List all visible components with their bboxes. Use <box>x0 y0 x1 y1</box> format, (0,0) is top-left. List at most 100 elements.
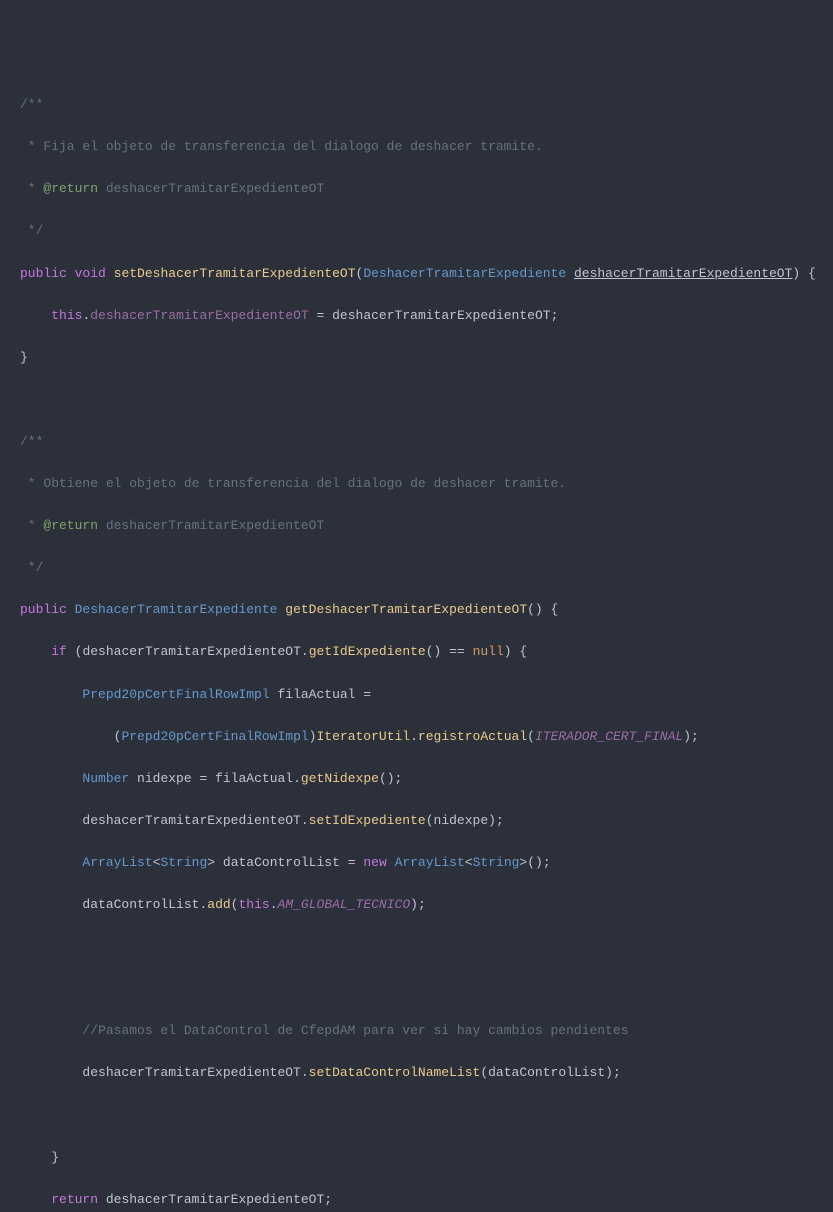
semicolon: ; <box>496 813 504 828</box>
arg-ref: dataControlList <box>488 1065 605 1080</box>
dot: . <box>293 771 301 786</box>
keyword-return: return <box>51 1192 98 1207</box>
paren-open: ( <box>231 897 239 912</box>
code-line[interactable]: /** <box>20 94 833 115</box>
var-ref: deshacerTramitarExpedienteOT <box>82 644 300 659</box>
code-line[interactable]: ArrayList<String> dataControlList = new … <box>20 852 833 873</box>
code-line[interactable]: * @return deshacerTramitarExpedienteOT <box>20 515 833 536</box>
field-ref: deshacerTramitarExpedienteOT <box>90 308 308 323</box>
angle-open: < <box>465 855 473 870</box>
dot: . <box>199 897 207 912</box>
dot: . <box>301 644 309 659</box>
javadoc-tag: @return <box>43 518 98 533</box>
parens: () <box>379 771 395 786</box>
comment-text: * Fija el objeto de transferencia del di… <box>20 139 543 154</box>
null-literal: null <box>473 644 504 659</box>
code-line[interactable]: * Fija el objeto de transferencia del di… <box>20 136 833 157</box>
comment-text: deshacerTramitarExpedienteOT <box>98 181 324 196</box>
var-ref: deshacerTramitarExpedienteOT <box>332 308 550 323</box>
comment-close: */ <box>20 560 43 575</box>
var-ref: filaActual <box>215 771 293 786</box>
arg-ref: nidexpe <box>434 813 489 828</box>
comment-open: /** <box>20 97 43 112</box>
assign-op: = <box>199 771 207 786</box>
javadoc-tag: @return <box>43 181 98 196</box>
return-type: DeshacerTramitarExpediente <box>75 602 278 617</box>
code-line[interactable]: */ <box>20 557 833 578</box>
var-type: Prepd20pCertFinalRowImpl <box>82 687 269 702</box>
paren-close: ) <box>309 729 317 744</box>
code-line[interactable]: deshacerTramitarExpedienteOT.setDataCont… <box>20 1062 833 1083</box>
paren-open: ( <box>426 813 434 828</box>
semicolon: ; <box>551 308 559 323</box>
code-line[interactable] <box>20 978 833 999</box>
code-line[interactable]: */ <box>20 220 833 241</box>
assign-op: = <box>317 308 325 323</box>
paren-close: ) <box>488 813 496 828</box>
parens: () <box>426 644 442 659</box>
var-type: Number <box>82 771 129 786</box>
keyword-this: this <box>238 897 269 912</box>
code-line[interactable]: /** <box>20 431 833 452</box>
brace-close: } <box>20 350 28 365</box>
paren-open: ( <box>75 644 83 659</box>
method-call: setDataControlNameList <box>309 1065 481 1080</box>
code-line[interactable]: if (deshacerTramitarExpedienteOT.getIdEx… <box>20 641 833 662</box>
code-line[interactable]: * @return deshacerTramitarExpedienteOT <box>20 178 833 199</box>
code-line[interactable]: public DeshacerTramitarExpediente getDes… <box>20 599 833 620</box>
semicolon: ; <box>543 855 551 870</box>
code-line[interactable]: Prepd20pCertFinalRowImpl filaActual = <box>20 684 833 705</box>
code-line[interactable]: * Obtiene el objeto de transferencia del… <box>20 473 833 494</box>
return-expr: deshacerTramitarExpedienteOT <box>106 1192 324 1207</box>
semicolon: ; <box>395 771 403 786</box>
code-line[interactable]: public void setDeshacerTramitarExpedient… <box>20 263 833 284</box>
method-call: getNidexpe <box>301 771 379 786</box>
class-ref: IteratorUtil <box>316 729 410 744</box>
keyword-public: public <box>20 266 67 281</box>
code-line[interactable] <box>20 389 833 410</box>
paren-close: ) <box>504 644 512 659</box>
parens: () <box>527 602 543 617</box>
angle-open: < <box>153 855 161 870</box>
code-line[interactable] <box>20 936 833 957</box>
parens: () <box>527 855 543 870</box>
ctor-type: ArrayList <box>395 855 465 870</box>
code-line[interactable]: deshacerTramitarExpedienteOT.setIdExpedi… <box>20 810 833 831</box>
dot: . <box>410 729 418 744</box>
code-line[interactable]: (Prepd20pCertFinalRowImpl)IteratorUtil.r… <box>20 726 833 747</box>
keyword-void: void <box>75 266 106 281</box>
param-type: DeshacerTramitarExpediente <box>363 266 566 281</box>
param-name: deshacerTramitarExpedienteOT <box>574 266 792 281</box>
code-line[interactable] <box>20 1104 833 1125</box>
brace-open: { <box>551 602 559 617</box>
paren-open: ( <box>480 1065 488 1080</box>
semicolon: ; <box>418 897 426 912</box>
method-call: setIdExpediente <box>309 813 426 828</box>
code-line[interactable]: } <box>20 1147 833 1168</box>
paren-open: ( <box>527 729 535 744</box>
comment-prefix: * <box>20 181 43 196</box>
var-ref: deshacerTramitarExpedienteOT <box>82 1065 300 1080</box>
dot: . <box>301 813 309 828</box>
paren-close: ) <box>792 266 800 281</box>
code-line[interactable]: return deshacerTramitarExpedienteOT; <box>20 1189 833 1210</box>
var-ref: dataControlList <box>82 897 199 912</box>
code-line[interactable]: //Pasamos el DataControl de CfepdAM para… <box>20 1020 833 1041</box>
code-line[interactable]: dataControlList.add(this.AM_GLOBAL_TECNI… <box>20 894 833 915</box>
paren-close: ) <box>605 1065 613 1080</box>
semicolon: ; <box>691 729 699 744</box>
keyword-new: new <box>363 855 386 870</box>
method-name: getDeshacerTramitarExpedienteOT <box>285 602 527 617</box>
comment-prefix: * <box>20 518 43 533</box>
code-line[interactable]: Number nidexpe = filaActual.getNidexpe()… <box>20 768 833 789</box>
generic-type: String <box>473 855 520 870</box>
method-call: registroActual <box>418 729 527 744</box>
var-ref: deshacerTramitarExpedienteOT <box>82 813 300 828</box>
eq-op: == <box>449 644 465 659</box>
generic-type: String <box>160 855 207 870</box>
keyword-public: public <box>20 602 67 617</box>
code-line[interactable]: this.deshacerTramitarExpedienteOT = desh… <box>20 305 833 326</box>
keyword-if: if <box>51 644 67 659</box>
method-call: getIdExpediente <box>309 644 426 659</box>
code-line[interactable]: } <box>20 347 833 368</box>
